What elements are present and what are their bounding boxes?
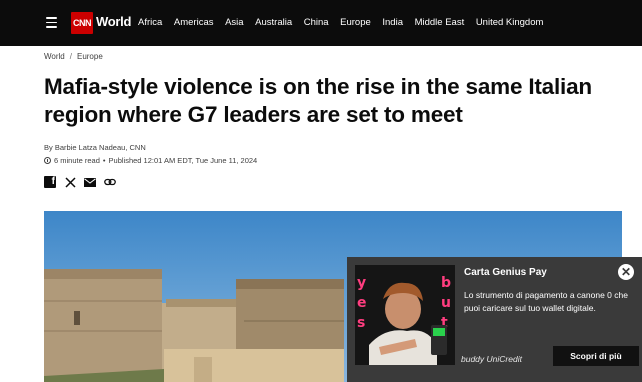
page-title: Mafia-style violence is on the rise in t… [44,74,592,127]
nav-link-americas[interactable]: Americas [174,17,214,28]
read-time: 6 minute read [54,156,100,165]
published-timestamp: Published 12:01 AM EDT, Tue June 11, 202… [108,156,258,165]
nav-link-asia[interactable]: Asia [225,17,243,28]
byline: By Barbie Latza Nadeau, CNN [44,143,146,152]
meta-separator: • [102,156,106,165]
facebook-icon[interactable]: f [44,176,56,188]
ad-title[interactable]: Carta Genius Pay [464,267,547,278]
email-icon[interactable] [84,176,96,188]
breadcrumb-europe[interactable]: Europe [77,52,103,61]
svg-text:e: e [357,295,367,311]
top-nav: CNN World Africa Americas Asia Australia… [0,0,642,46]
x-icon[interactable] [64,176,76,188]
svg-text:b: b [441,275,451,291]
ad-cta-button[interactable]: Scopri di più [553,346,639,366]
cnn-logo[interactable]: CNN [71,12,93,34]
nav-link-australia[interactable]: Australia [255,17,292,28]
ad-image[interactable]: y e s b u t [355,265,455,365]
article-meta: 6 minute read • Published 12:01 AM EDT, … [44,156,257,165]
ad-body: Lo strumento di pagamento a canone 0 che… [464,290,628,313]
section-title[interactable]: World [96,14,131,29]
link-icon[interactable] [104,176,116,188]
share-bar: f [44,176,124,188]
nav-links: Africa Americas Asia Australia China Eur… [138,17,555,28]
nav-link-india[interactable]: India [382,17,403,28]
ad-brand: buddy UniCredit [461,354,522,364]
nav-link-europe[interactable]: Europe [340,17,371,28]
breadcrumb-world[interactable]: World [44,52,65,61]
breadcrumb: World / Europe [44,52,103,61]
svg-text:y: y [357,275,366,291]
close-icon[interactable]: ✕ [618,264,634,280]
svg-text:s: s [357,315,365,331]
svg-text:u: u [441,295,451,311]
nav-link-africa[interactable]: Africa [138,17,162,28]
nav-link-middle-east[interactable]: Middle East [415,17,465,28]
hamburger-menu-icon[interactable] [46,17,57,28]
ad-banner[interactable]: y e s b u t Carta Genius Pay ✕ Lo strume… [347,257,642,382]
nav-link-china[interactable]: China [304,17,329,28]
byline-prefix: By [44,143,53,152]
clock-icon [44,157,51,164]
breadcrumb-separator: / [69,52,72,61]
nav-link-united-kingdom[interactable]: United Kingdom [476,17,544,28]
author-link[interactable]: Barbie Latza Nadeau, CNN [55,143,146,152]
